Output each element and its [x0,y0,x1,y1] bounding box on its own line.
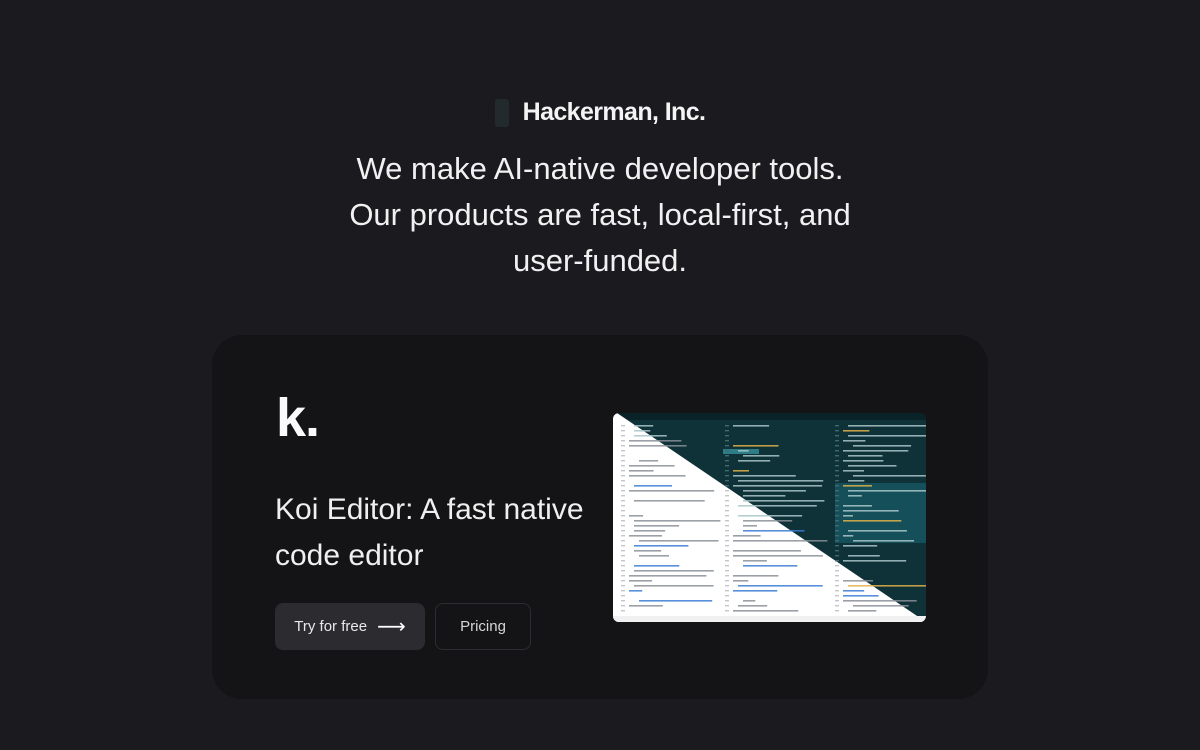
landing-page: Hackerman, Inc. We make AI-native develo… [0,0,1200,750]
try-for-free-label: Try for free [294,618,368,635]
pricing-label: Pricing [460,618,506,635]
brand-header: Hackerman, Inc. [0,98,1200,127]
editor-screenshot-graphic [613,413,926,622]
brand-name: Hackerman, Inc. [522,98,706,126]
pricing-button[interactable]: Pricing [435,603,531,650]
hackerman-logo-icon [494,98,509,127]
koi-logo: k. [276,388,320,448]
arrow-right-icon: ⟶ [377,615,406,638]
koi-editor-screenshot [613,413,926,622]
tagline-line-3: user-funded. [512,243,688,278]
tagline-line-2: Our products are fast, local-first, and [349,197,851,232]
product-title: Koi Editor: A fast native code editor [275,493,584,572]
try-for-free-button[interactable]: Try for free ⟶ [275,603,425,650]
product-card: k. Koi Editor: A fast native code editor… [212,335,988,699]
tagline-line-1: We make AI-native developer tools. [356,151,844,186]
tagline: We make AI-native developer tools. Our p… [0,146,1200,284]
